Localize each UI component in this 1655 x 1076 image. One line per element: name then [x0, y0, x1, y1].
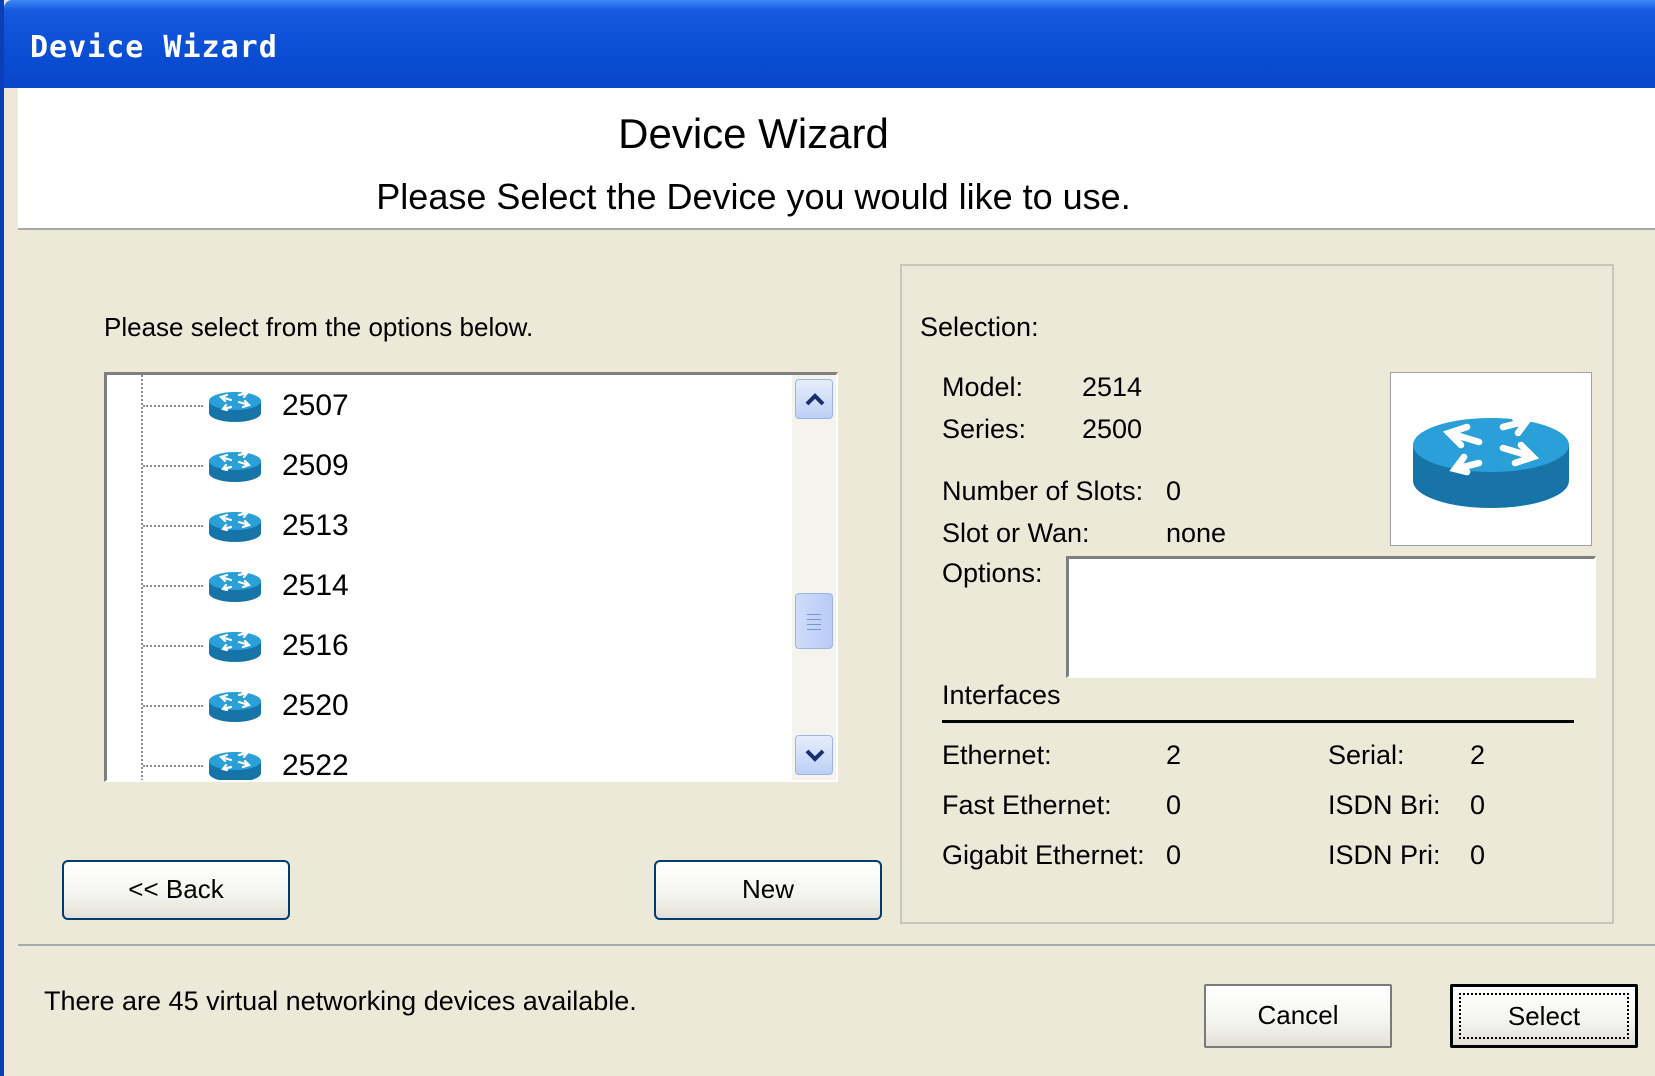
tree-scrollbar[interactable] — [792, 375, 836, 780]
grip-line — [807, 629, 821, 630]
slot-or-wan-value: none — [1166, 518, 1227, 548]
tree-branch-line — [143, 705, 203, 707]
slots-label: Number of Slots: — [942, 476, 1144, 506]
serial-label: Serial: — [1328, 740, 1405, 770]
selection-heading: Selection: — [920, 312, 1039, 342]
tree-item-label: 2509 — [282, 449, 349, 482]
chevron-up-icon — [805, 393, 825, 406]
isdn-bri-value: 0 — [1470, 790, 1486, 820]
tree-branch-line — [143, 585, 203, 587]
series-value: 2500 — [1082, 414, 1143, 444]
interfaces-heading: Interfaces — [942, 680, 1061, 710]
scroll-thumb[interactable] — [795, 593, 833, 649]
wizard-header: Device Wizard Please Select the Device y… — [18, 88, 1655, 230]
chevron-down-icon — [805, 749, 825, 762]
tree-item-2516[interactable]: 2516 — [107, 615, 797, 675]
ethernet-label: Ethernet: — [942, 740, 1052, 770]
status-text: There are 45 virtual networking devices … — [44, 986, 637, 1016]
router-icon — [207, 629, 263, 663]
tree-item-2507[interactable]: 2507 — [107, 375, 797, 435]
router-icon — [207, 449, 263, 483]
back-button[interactable]: << Back — [62, 860, 290, 920]
router-icon — [207, 749, 263, 782]
slots-value: 0 — [1166, 476, 1182, 506]
tree-item-label: 2522 — [282, 749, 349, 782]
footer-divider — [18, 944, 1655, 946]
tree-item-label: 2516 — [282, 629, 349, 662]
tree-item-label: 2507 — [282, 389, 349, 422]
fast-ethernet-value: 0 — [1166, 790, 1182, 820]
interfaces-divider — [942, 720, 1574, 723]
tree-branch-line — [143, 405, 203, 407]
router-icon — [207, 509, 263, 543]
options-box — [1066, 556, 1596, 678]
device-wizard-window: Device Wizard Device Wizard Please Selec… — [0, 0, 1655, 1076]
tree-item-label: 2514 — [282, 569, 349, 602]
options-instruction: Please select from the options below. — [104, 312, 534, 342]
tree-item-2514[interactable]: 2514 — [107, 555, 797, 615]
header-subtitle: Please Select the Device you would like … — [376, 176, 1131, 217]
device-image — [1390, 372, 1592, 546]
window-title: Device Wizard — [30, 30, 278, 65]
scroll-up-button[interactable] — [795, 379, 833, 419]
tree-branch-line — [143, 645, 203, 647]
series-label: Series: — [942, 414, 1027, 444]
tree-item-label: 2513 — [282, 509, 349, 542]
router-icon — [207, 389, 263, 423]
router-icon — [207, 569, 263, 603]
ethernet-value: 2 — [1166, 740, 1182, 770]
tree-branch-line — [143, 525, 203, 527]
tree-item-label: 2520 — [282, 689, 349, 722]
isdn-pri-label: ISDN Pri: — [1328, 840, 1441, 870]
router-icon — [1407, 409, 1575, 511]
isdn-pri-value: 0 — [1470, 840, 1486, 870]
fast-ethernet-label: Fast Ethernet: — [942, 790, 1112, 820]
tree-branch-line — [143, 465, 203, 467]
cancel-button[interactable]: Cancel — [1204, 984, 1392, 1048]
select-button[interactable]: Select — [1450, 984, 1638, 1048]
tree-item-2522[interactable]: 2522 — [107, 735, 797, 782]
options-label: Options: — [942, 558, 1043, 588]
new-button[interactable]: New — [654, 860, 882, 920]
slot-or-wan-label: Slot or Wan: — [942, 518, 1090, 548]
scroll-down-button[interactable] — [795, 735, 833, 775]
tree-item-2513[interactable]: 2513 — [107, 495, 797, 555]
grip-line — [807, 619, 821, 620]
tree-branch-line — [143, 765, 203, 767]
router-icon — [207, 689, 263, 723]
grip-line — [807, 614, 821, 615]
model-label: Model: — [942, 372, 1024, 402]
header-title: Device Wizard — [618, 110, 889, 157]
model-value: 2514 — [1082, 372, 1143, 402]
title-bar[interactable]: Device Wizard — [4, 0, 1655, 88]
device-tree[interactable]: 2507 2509 2513 2514 2516 2520 2522 — [104, 372, 838, 782]
tree-item-2520[interactable]: 2520 — [107, 675, 797, 735]
gigabit-ethernet-value: 0 — [1166, 840, 1182, 870]
isdn-bri-label: ISDN Bri: — [1328, 790, 1441, 820]
gigabit-ethernet-label: Gigabit Ethernet: — [942, 840, 1145, 870]
grip-line — [807, 624, 821, 625]
serial-value: 2 — [1470, 740, 1486, 770]
focus-ring — [1459, 993, 1629, 1039]
tree-item-2509[interactable]: 2509 — [107, 435, 797, 495]
